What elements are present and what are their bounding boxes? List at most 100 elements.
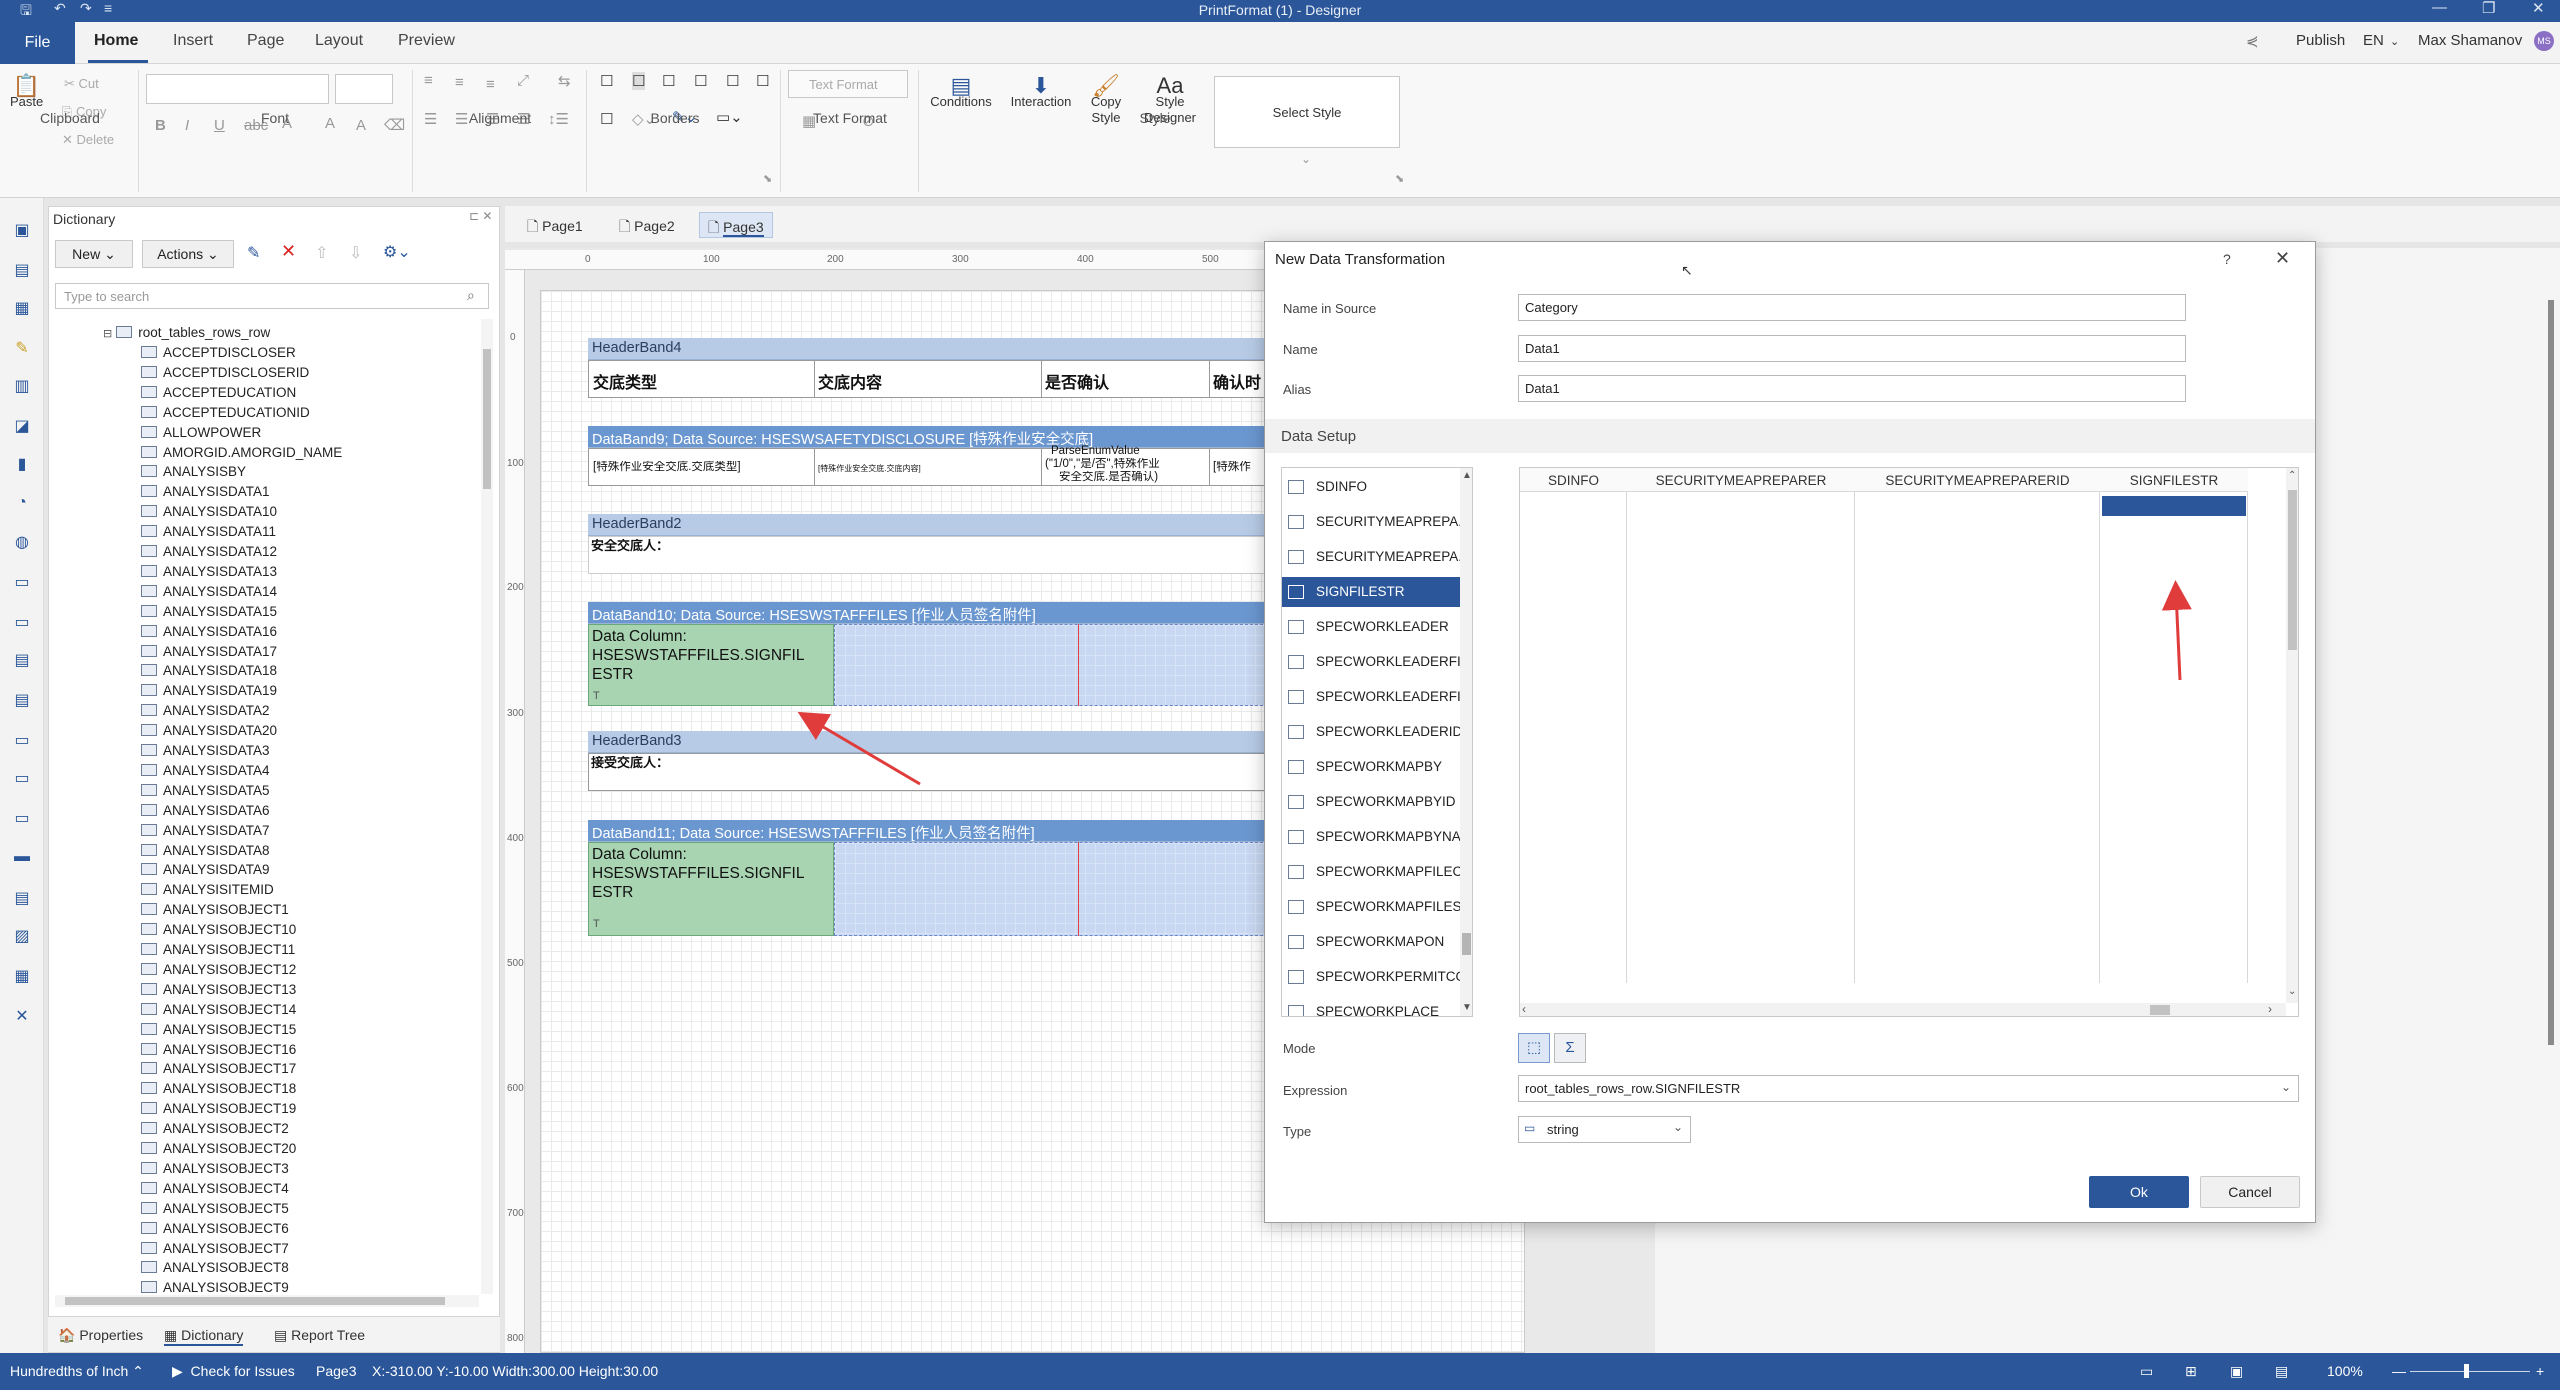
scroll-up-icon[interactable]: ▲ bbox=[1462, 470, 1472, 481]
tab-dictionary[interactable]: ▦ Dictionary bbox=[164, 1327, 244, 1346]
tree-item[interactable]: ANALYSISDATA5 bbox=[141, 783, 270, 803]
child-band-icon[interactable]: ▭ bbox=[11, 808, 33, 828]
border-top-icon[interactable]: ☐ bbox=[662, 72, 675, 90]
select-style-gallery[interactable]: Select Style bbox=[1214, 76, 1400, 148]
text-component-icon[interactable]: ✎ bbox=[11, 338, 33, 358]
tab-properties[interactable]: 🏠 Properties bbox=[58, 1327, 143, 1344]
tree-item[interactable]: ANALYSISDATA3 bbox=[141, 743, 270, 763]
tab-preview[interactable]: Preview bbox=[398, 32, 455, 50]
paste-button[interactable]: 📋 Paste bbox=[10, 75, 43, 110]
borders-dialog-launcher-icon[interactable]: ⬊ bbox=[763, 172, 772, 185]
user-name[interactable]: Max Shamanov bbox=[2418, 32, 2522, 49]
tree-item[interactable]: ANALYSISDATA20 bbox=[141, 723, 277, 743]
conditions-button[interactable]: ▤ Conditions bbox=[926, 75, 996, 110]
data-column-signfilestr-2[interactable]: Data Column: HSESWSTAFFFILES.SIGNFIL EST… bbox=[588, 842, 834, 936]
units-select[interactable]: Hundredths of Inch ⌃ bbox=[10, 1363, 144, 1380]
close-window-icon[interactable]: ✕ bbox=[2532, 0, 2545, 17]
name-in-source-input[interactable]: Category bbox=[1518, 294, 2186, 321]
field-list-item[interactable]: SDINFO bbox=[1282, 472, 1460, 502]
pin-icon[interactable]: ⊏ ✕ bbox=[469, 209, 492, 223]
header-cell[interactable]: 是否确认 bbox=[1045, 369, 1109, 393]
align-top-icon[interactable]: ≡ bbox=[424, 72, 433, 89]
edit-icon[interactable]: ✎ bbox=[247, 243, 260, 263]
delete-button[interactable]: ✕ Delete bbox=[62, 132, 114, 148]
tree-item[interactable]: ANALYSISBY bbox=[141, 464, 246, 484]
expression-input[interactable]: root_tables_rows_row.SIGNFILESTR bbox=[1518, 1075, 2299, 1102]
data-cell[interactable]: [特殊作 bbox=[1213, 461, 1251, 474]
language-select[interactable]: EN bbox=[2363, 32, 2384, 49]
field-list-item[interactable]: SECURITYMEAPREPA... bbox=[1282, 507, 1460, 537]
tree-item[interactable]: ANALYSISOBJECT10 bbox=[141, 922, 296, 942]
tab-home[interactable]: Home bbox=[94, 32, 138, 50]
table-component-icon[interactable]: ▦ bbox=[11, 298, 33, 318]
align-middle-icon[interactable]: ≡ bbox=[455, 74, 464, 91]
field-list-item[interactable]: SPECWORKLEADERID bbox=[1282, 717, 1460, 747]
style-dialog-launcher-icon[interactable]: ⬊ bbox=[1395, 172, 1404, 185]
border-style-icon[interactable]: ▭⌄ bbox=[716, 108, 743, 126]
label-icon[interactable]: ▬ bbox=[11, 848, 33, 868]
grid-column-header[interactable]: SECURITYMEAPREPARERID bbox=[1855, 468, 2100, 492]
border-left-icon[interactable]: ☐ bbox=[694, 72, 707, 90]
tree-item[interactable]: AMORGID.AMORGID_NAME bbox=[141, 445, 342, 465]
tree-item[interactable]: ANALYSISDATA2 bbox=[141, 703, 270, 723]
dictionary-vscroll[interactable] bbox=[481, 319, 493, 1294]
header-cell[interactable]: 交底内容 bbox=[818, 369, 882, 393]
grid-hscroll[interactable]: ‹ › bbox=[1520, 1002, 2286, 1016]
shape-icon[interactable]: ◪ bbox=[11, 416, 33, 436]
tree-item[interactable]: ANALYSISOBJECT17 bbox=[141, 1061, 296, 1081]
databand10-title[interactable]: DataBand10; Data Source: HSESWSTAFFFILES… bbox=[588, 602, 1268, 624]
tree-item[interactable]: ANALYSISDATA17 bbox=[141, 644, 277, 664]
data-column-signfilestr[interactable]: Data Column: HSESWSTAFFFILES.SIGNFIL EST… bbox=[588, 624, 834, 706]
tree-item[interactable]: ANALYSISOBJECT5 bbox=[141, 1201, 289, 1221]
headerband4-title[interactable]: HeaderBand4 bbox=[588, 338, 1268, 360]
collapse-icon[interactable]: ⊟ bbox=[103, 328, 112, 340]
field-list-item[interactable]: SPECWORKMAPBYID bbox=[1282, 787, 1460, 817]
group-band-icon[interactable]: ▤ bbox=[11, 690, 33, 710]
tree-item[interactable]: ANALYSISDATA7 bbox=[141, 823, 270, 843]
scroll-right-icon[interactable]: › bbox=[2268, 1002, 2272, 1016]
field-list-item[interactable]: SPECWORKPLACE bbox=[1282, 997, 1460, 1016]
tree-item[interactable]: ANALYSISOBJECT18 bbox=[141, 1081, 296, 1101]
grid-column-header[interactable]: SDINFO bbox=[1520, 468, 1627, 492]
data-cell[interactable]: [特殊作业安全交底.交底类型] bbox=[593, 461, 741, 474]
tree-item[interactable]: ANALYSISOBJECT6 bbox=[141, 1221, 289, 1241]
tree-item[interactable]: ANALYSISDATA13 bbox=[141, 564, 277, 584]
tree-item[interactable]: ANALYSISOBJECT16 bbox=[141, 1042, 296, 1062]
tree-item[interactable]: ANALYSISOBJECT7 bbox=[141, 1241, 289, 1261]
field-list-scrollbar[interactable]: ▲ ▼ bbox=[1460, 468, 1472, 1016]
band-icon[interactable]: ▣ bbox=[11, 220, 33, 240]
tree-item[interactable]: ACCEPTDISCLOSER bbox=[141, 345, 296, 365]
chevron-down-icon[interactable]: ⌄ bbox=[1301, 152, 1311, 166]
selected-column-cell[interactable] bbox=[2102, 496, 2246, 516]
headerband2-title[interactable]: HeaderBand2 bbox=[588, 514, 1268, 536]
tree-item[interactable]: ANALYSISDATA12 bbox=[141, 544, 277, 564]
rich-text-icon[interactable]: ▤ bbox=[11, 888, 33, 908]
settings-icon[interactable]: ⚙⌄ bbox=[383, 242, 411, 262]
footer-band-icon[interactable]: ▭ bbox=[11, 768, 33, 788]
scroll-down-icon[interactable]: ▼ bbox=[1462, 1002, 1472, 1013]
view-width-icon[interactable]: ▤ bbox=[2275, 1363, 2288, 1380]
field-list-item[interactable]: SPECWORKLEADER bbox=[1282, 612, 1460, 642]
scroll-up-icon[interactable]: ⌃ bbox=[2288, 470, 2296, 481]
zoom-in-icon[interactable]: + bbox=[2536, 1363, 2544, 1379]
databand9-title[interactable]: DataBand9; Data Source: HSESWSAFETYDISCL… bbox=[588, 426, 1268, 448]
share-icon[interactable]: ⋞ bbox=[2246, 32, 2259, 50]
headerband3-title[interactable]: HeaderBand3 bbox=[588, 731, 1268, 753]
underline-icon[interactable]: U bbox=[214, 117, 225, 134]
name-input[interactable]: Data1 bbox=[1518, 335, 2186, 362]
tree-item[interactable]: ANALYSISDATA18 bbox=[141, 663, 277, 683]
tree-item[interactable]: ANALYSISOBJECT3 bbox=[141, 1161, 289, 1181]
data-cell[interactable]: [特殊作业安全交底.交底内容] bbox=[818, 462, 921, 475]
tree-item[interactable]: ANALYSISOBJECT8 bbox=[141, 1260, 289, 1280]
border-box-icon[interactable]: ☐ bbox=[600, 110, 613, 128]
field-list-item[interactable]: SIGNFILESTR bbox=[1282, 577, 1460, 607]
tree-item[interactable]: ANALYSISDATA19 bbox=[141, 683, 277, 703]
type-select[interactable]: string bbox=[1518, 1116, 1691, 1143]
page-header-icon[interactable]: ▭ bbox=[11, 612, 33, 632]
wrap-text-icon[interactable]: ⇆ bbox=[558, 72, 571, 90]
field-list-item[interactable]: SPECWORKMAPFILEC... bbox=[1282, 857, 1460, 887]
field-list-item[interactable]: SPECWORKLEADERFI... bbox=[1282, 682, 1460, 712]
restore-icon[interactable]: ❐ bbox=[2482, 0, 2495, 17]
border-none-icon[interactable]: ☐ bbox=[632, 72, 646, 90]
tab-page1[interactable]: 🗋 Page1 bbox=[519, 212, 591, 238]
